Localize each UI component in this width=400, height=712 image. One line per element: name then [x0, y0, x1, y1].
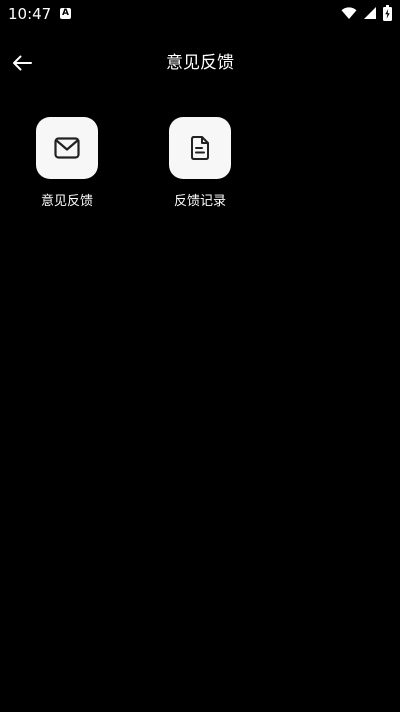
feedback-menu-item[interactable]: 意见反馈 — [17, 117, 117, 211]
a-badge-icon: A — [60, 8, 71, 19]
feedback-tile[interactable] — [36, 117, 98, 179]
feedback-history-tile[interactable] — [169, 117, 231, 179]
feedback-label: 意见反馈 — [40, 194, 93, 209]
feedback-history-menu-item[interactable]: 反馈记录 — [150, 117, 250, 211]
battery-charging-icon — [383, 5, 392, 21]
screen: 10:47 A 意见反馈 意见反馈 反馈记录 — [0, 0, 400, 712]
top-app-bar: 意见反馈 — [0, 40, 400, 86]
feedback-history-label: 反馈记录 — [173, 194, 226, 209]
mail-icon — [54, 137, 80, 159]
signal-icon — [364, 7, 376, 19]
status-time: 10:47 — [8, 5, 52, 23]
wifi-icon — [341, 7, 357, 19]
document-icon — [191, 136, 209, 160]
page-title: 意见反馈 — [166, 53, 234, 73]
status-icons — [341, 5, 392, 21]
status-bar: 10:47 A — [0, 0, 400, 28]
